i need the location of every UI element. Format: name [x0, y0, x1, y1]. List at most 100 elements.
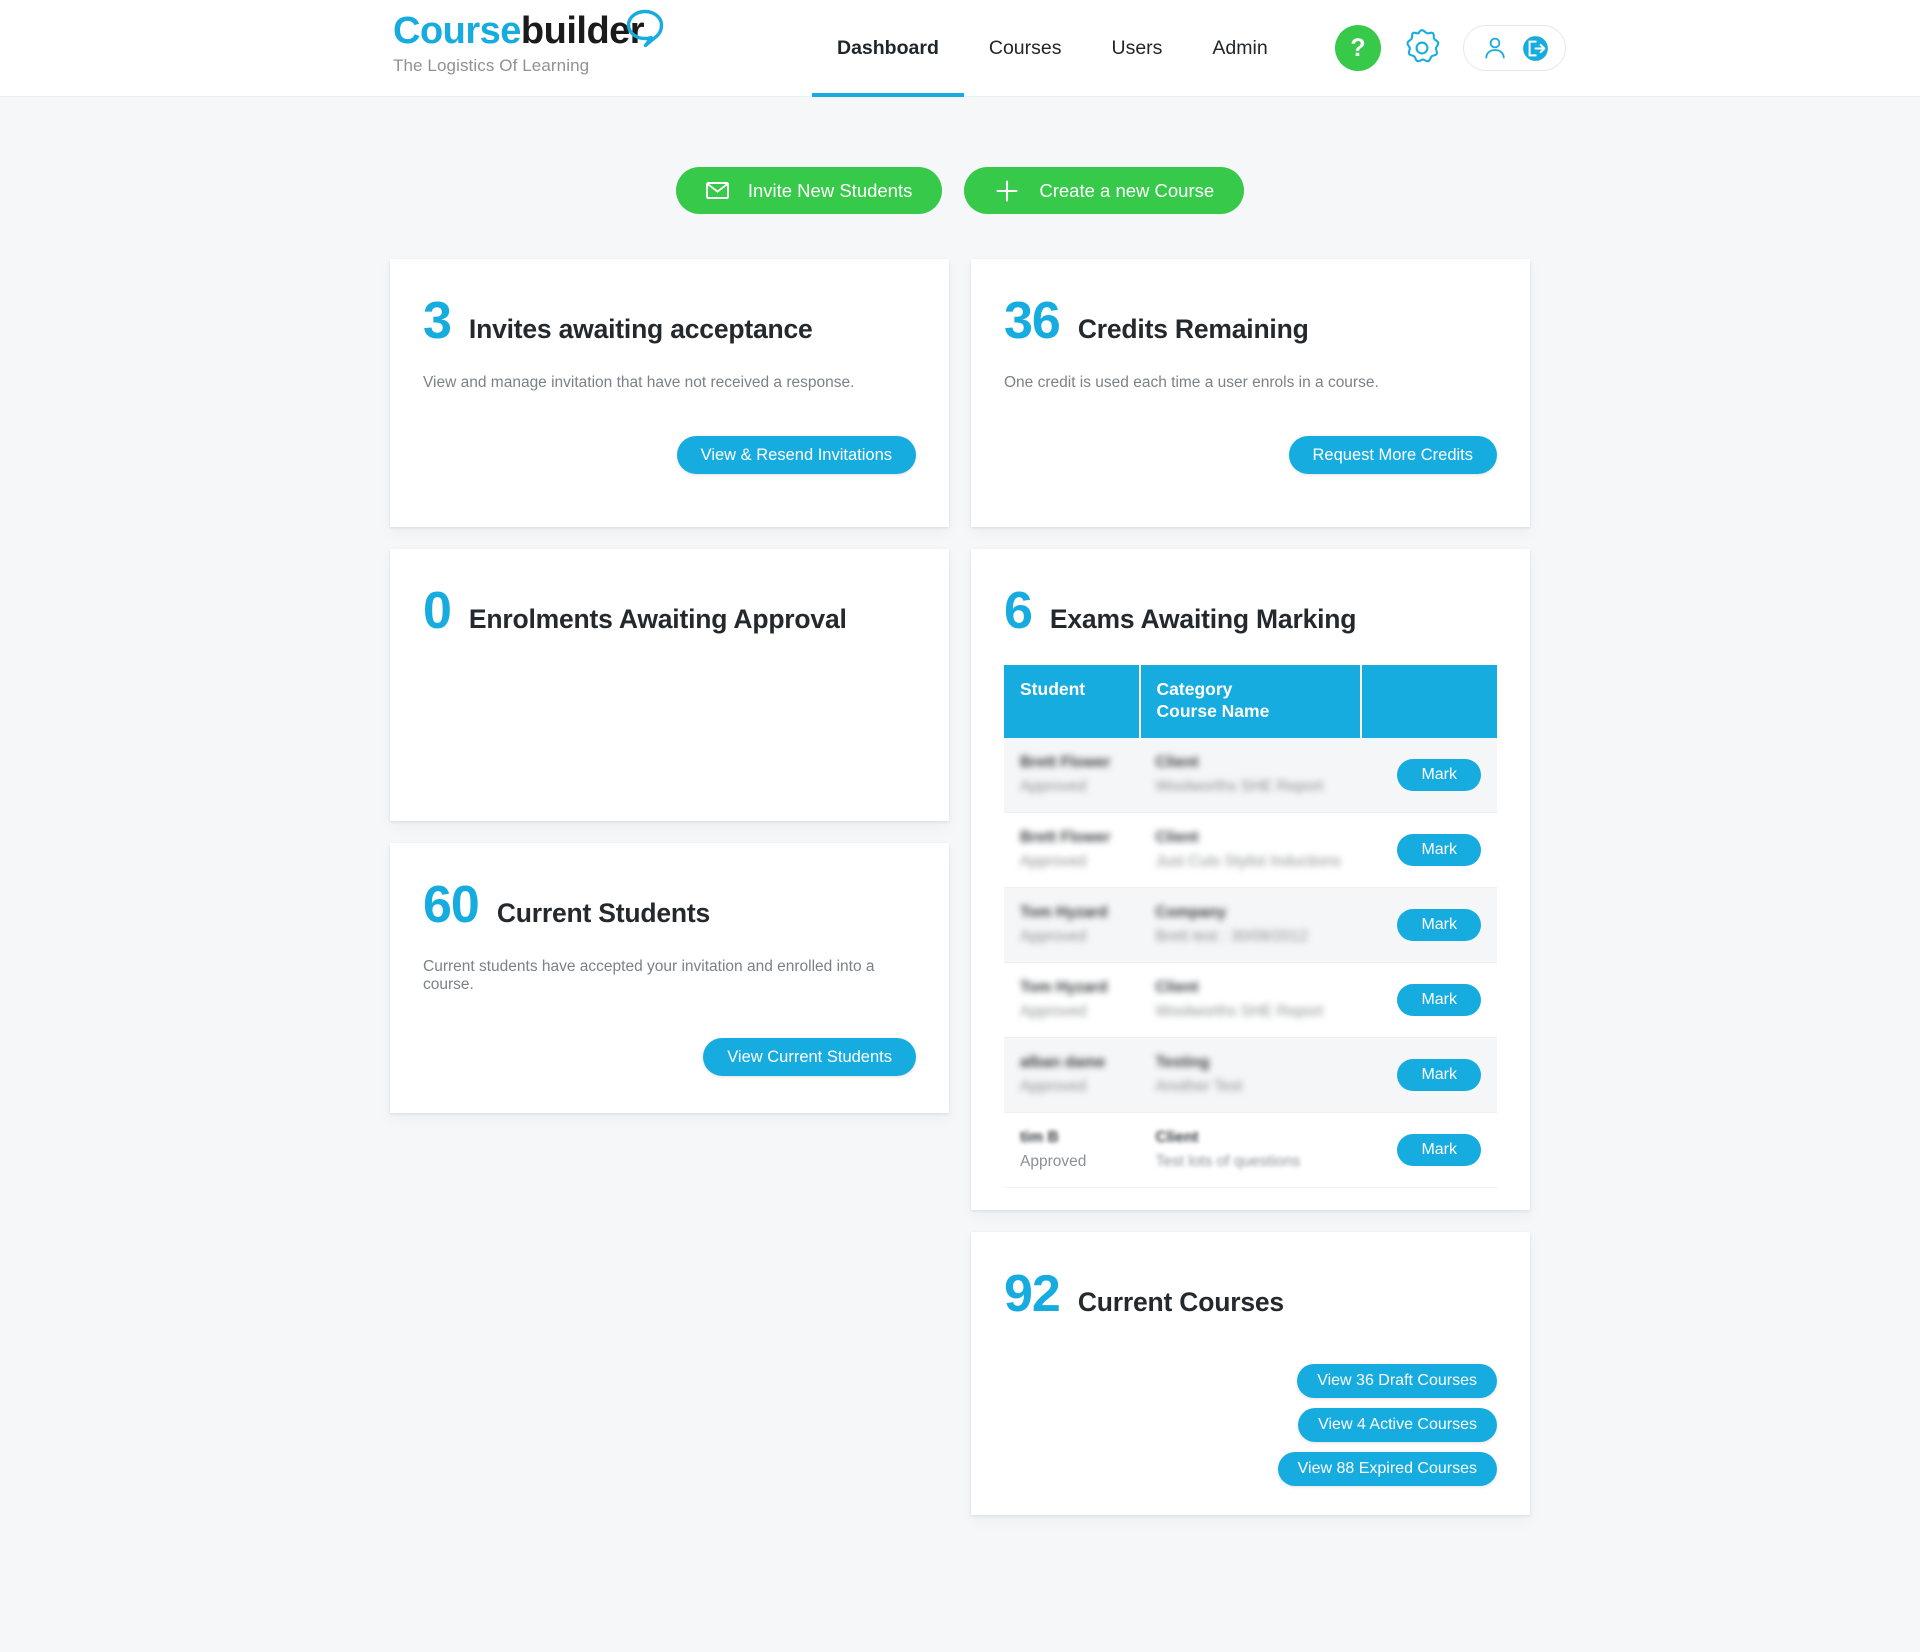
table-row: tim B Approved Client Test lots of question…	[1004, 1112, 1497, 1188]
exams-table: Student Category Course Name Brett Flowe…	[1004, 665, 1497, 1188]
exams-table-head: Student Category Course Name	[1004, 665, 1497, 738]
table-row: Brett Flower Approved Client Just Cuts Styl…	[1004, 812, 1497, 888]
column-header-action	[1360, 665, 1497, 738]
students-description: Current students have accepted your invi…	[423, 958, 875, 993]
create-new-course-button[interactable]: Create a new Course	[964, 167, 1245, 214]
enrolments-title: Enrolments Awaiting Approval	[468, 604, 847, 634]
cell-category-course: Client Test lots of questions	[1139, 1112, 1361, 1188]
category-name: Client	[1155, 1128, 1199, 1146]
card-current-courses: 92 Current Courses View 36 Draft Courses…	[971, 1231, 1530, 1515]
student-status: Approved	[1020, 1152, 1087, 1170]
nav-item-dashboard[interactable]: Dashboard	[812, 0, 964, 97]
dashboard-column-left: 3 Invites awaiting acceptance View and m…	[390, 259, 949, 1515]
cell-action: Mark	[1360, 962, 1497, 1038]
cell-category-course: Company Brett test : 30/08/2012	[1139, 887, 1361, 963]
student-name: Tom Hyzard	[1020, 903, 1108, 921]
cell-category-course: Client Just Cuts Stylist Inductions	[1139, 812, 1361, 888]
courses-button-stack: View 36 Draft Courses View 4 Active Cour…	[1004, 1363, 1497, 1486]
dashboard-content: Invite New Students Create a new Course …	[0, 97, 1920, 1515]
column-header-category-course: Category Course Name	[1139, 665, 1362, 738]
card-button-row: View Current Students	[423, 1038, 916, 1076]
mark-exam-button[interactable]: Mark	[1397, 983, 1481, 1016]
student-status: Approved	[1020, 927, 1087, 945]
cell-category-course: Testing Another Test	[1139, 1037, 1361, 1113]
nav-item-users[interactable]: Users	[1086, 0, 1187, 97]
course-name: Test lots of questions	[1155, 1152, 1301, 1170]
view-active-courses-button[interactable]: View 4 Active Courses	[1298, 1407, 1497, 1442]
nav-label-users: Users	[1111, 37, 1163, 59]
category-name: Client	[1155, 753, 1199, 771]
invite-new-students-button[interactable]: Invite New Students	[675, 167, 943, 214]
brand-logo[interactable]: Coursebuilder The Logistics Of Learning	[393, 9, 673, 76]
card-header: 6 Exams Awaiting Marking	[1004, 585, 1497, 637]
cell-action: Mark	[1360, 737, 1497, 813]
credits-title: Credits Remaining	[1077, 314, 1309, 344]
cell-action: Mark	[1360, 1112, 1497, 1188]
exams-count: 6	[1004, 582, 1033, 640]
mark-exam-button[interactable]: Mark	[1397, 833, 1481, 866]
view-draft-courses-button[interactable]: View 36 Draft Courses	[1297, 1363, 1497, 1398]
table-row: alban dame Approved Testing Another Test Mar…	[1004, 1037, 1497, 1113]
exams-title: Exams Awaiting Marking	[1049, 604, 1357, 634]
cell-action: Mark	[1360, 812, 1497, 888]
card-header: 3 Invites awaiting acceptance	[423, 295, 916, 347]
student-name: Brett Flower	[1020, 753, 1111, 771]
course-name: Woolworths SHE Report	[1155, 777, 1324, 795]
mark-exam-button[interactable]: Mark	[1397, 758, 1481, 791]
card-current-students: 60 Current Students Current students hav…	[390, 843, 949, 1113]
student-name: Tom Hyzard	[1020, 978, 1108, 996]
view-resend-invitations-button[interactable]: View & Resend Invitations	[676, 436, 916, 474]
help-icon[interactable]: ?	[1335, 25, 1381, 71]
brand-tagline: The Logistics Of Learning	[393, 55, 590, 75]
credits-count: 36	[1004, 292, 1061, 350]
card-invites-awaiting-acceptance: 3 Invites awaiting acceptance View and m…	[390, 259, 949, 527]
brand-name-part1: Course	[393, 10, 521, 52]
request-more-credits-button[interactable]: Request More Credits	[1288, 436, 1497, 474]
cell-student: Brett Flower Approved	[1004, 812, 1140, 888]
cell-student: tim B Approved	[1004, 1112, 1140, 1188]
card-header: 60 Current Students	[423, 879, 916, 931]
cell-category-course: Client Woolworths SHE Report	[1139, 737, 1361, 813]
table-row: Brett Flower Approved Client Woolworths SHE…	[1004, 737, 1497, 813]
nav-item-courses[interactable]: Courses	[964, 0, 1087, 97]
enrolments-count: 0	[423, 582, 452, 640]
view-current-students-button[interactable]: View Current Students	[703, 1038, 916, 1076]
category-name: Client	[1155, 978, 1199, 996]
user-icon[interactable]	[1482, 35, 1508, 61]
cell-student: Tom Hyzard Approved	[1004, 887, 1140, 963]
nav-label-dashboard: Dashboard	[837, 37, 939, 59]
view-expired-courses-button[interactable]: View 88 Expired Courses	[1277, 1451, 1497, 1486]
brand-name: Coursebuilder	[393, 9, 673, 52]
header-icon-group: ?	[1335, 25, 1566, 71]
invites-count: 3	[423, 292, 452, 350]
cell-student: Brett Flower Approved	[1004, 737, 1140, 813]
column-header-course-name: Course Name	[1156, 701, 1270, 722]
students-count: 60	[423, 876, 480, 934]
gear-icon[interactable]	[1399, 25, 1445, 71]
plus-icon	[994, 178, 1020, 204]
table-row: Tom Hyzard Approved Client Woolworths SHE R…	[1004, 962, 1497, 1038]
nav-item-admin[interactable]: Admin	[1187, 0, 1292, 97]
invite-new-students-label: Invite New Students	[747, 179, 913, 201]
mark-exam-button[interactable]: Mark	[1397, 1133, 1481, 1166]
mark-exam-button[interactable]: Mark	[1397, 908, 1481, 941]
invites-title: Invites awaiting acceptance	[468, 314, 813, 344]
credits-description: One credit is used each time a user enro…	[1004, 374, 1379, 391]
column-header-student: Student	[1004, 665, 1141, 738]
cell-student: alban dame Approved	[1004, 1037, 1140, 1113]
card-button-row: View & Resend Invitations	[423, 436, 916, 474]
column-header-category: Category	[1156, 679, 1233, 699]
category-name: Testing	[1155, 1053, 1210, 1071]
mark-exam-button[interactable]: Mark	[1397, 1058, 1481, 1091]
cell-student: Tom Hyzard Approved	[1004, 962, 1140, 1038]
app-header: Coursebuilder The Logistics Of Learning …	[0, 0, 1920, 97]
invites-description: View and manage invitation that have not…	[423, 374, 855, 391]
card-credits-remaining: 36 Credits Remaining One credit is used …	[971, 259, 1530, 527]
logout-icon[interactable]	[1522, 35, 1549, 62]
nav-label-courses: Courses	[988, 37, 1062, 59]
primary-action-bar: Invite New Students Create a new Course	[0, 97, 1920, 214]
courses-count: 92	[1004, 1264, 1061, 1323]
course-name: Another Test	[1155, 1077, 1243, 1095]
user-account-pill[interactable]	[1463, 25, 1566, 71]
student-status: Approved	[1020, 777, 1087, 795]
